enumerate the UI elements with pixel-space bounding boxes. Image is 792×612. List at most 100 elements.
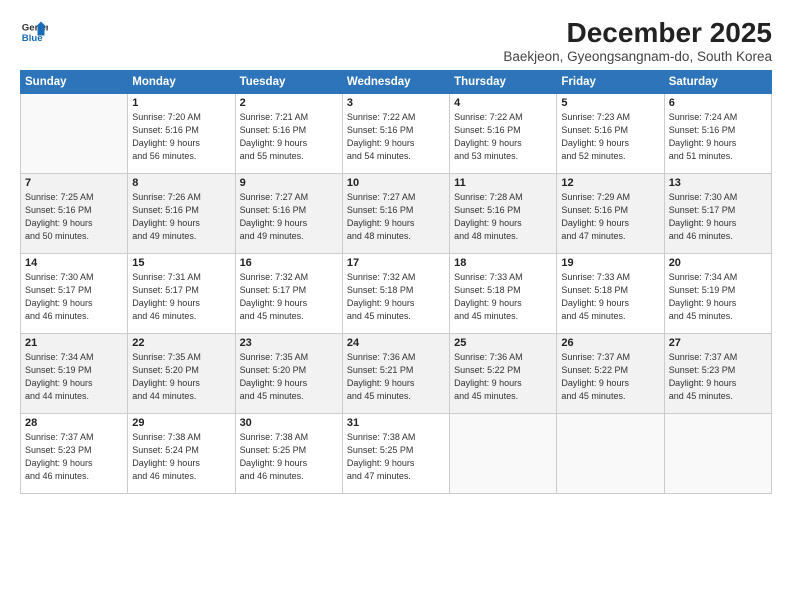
calendar-week-row: 7 Sunrise: 7:25 AMSunset: 5:16 PMDaylight… [21, 173, 772, 253]
calendar-week-row: 28Sunrise: 7:37 AMSunset: 5:23 PMDayligh… [21, 413, 772, 493]
calendar-cell: 17Sunrise: 7:32 AMSunset: 5:18 PMDayligh… [342, 253, 449, 333]
cell-info: Sunrise: 7:23 AMSunset: 5:16 PMDaylight:… [561, 111, 659, 163]
cell-info: Sunrise: 7:25 AMSunset: 5:16 PMDaylight:… [25, 191, 123, 243]
calendar-cell: 4 Sunrise: 7:22 AMSunset: 5:16 PMDaylight… [450, 93, 557, 173]
calendar-cell: 16 Sunrise: 7:32 AMSunset: 5:17 PMDayligh… [235, 253, 342, 333]
cell-info: Sunrise: 7:38 AMSunset: 5:25 PMDaylight:… [240, 431, 338, 483]
cell-info: Sunrise: 7:22 AMSunset: 5:16 PMDaylight:… [347, 111, 445, 163]
day-number: 25 [454, 337, 552, 349]
header-friday: Friday [557, 70, 664, 93]
calendar-cell: 23 Sunrise: 7:35 AMSunset: 5:20 PMDayligh… [235, 333, 342, 413]
page: General Blue December 2025 Baekjeon, Gye… [0, 0, 792, 612]
calendar-cell [21, 93, 128, 173]
day-number: 28 [25, 417, 123, 429]
calendar-cell: 29 Sunrise: 7:38 AMSunset: 5:24 PMDayligh… [128, 413, 235, 493]
cell-info: Sunrise: 7:33 AMSunset: 5:18 PMDaylight:… [454, 271, 552, 323]
cell-info: Sunrise: 7:20 AMSunset: 5:16 PMDaylight:… [132, 111, 230, 163]
cell-info: Sunrise: 7:22 AMSunset: 5:16 PMDaylight:… [454, 111, 552, 163]
calendar-cell: 8Sunrise: 7:26 AMSunset: 5:16 PMDaylight… [128, 173, 235, 253]
cell-info: Sunrise: 7:38 AMSunset: 5:25 PMDaylight:… [347, 431, 445, 483]
day-number: 24 [347, 337, 445, 349]
calendar-cell: 30 Sunrise: 7:38 AMSunset: 5:25 PMDayligh… [235, 413, 342, 493]
calendar-week-row: 14Sunrise: 7:30 AMSunset: 5:17 PMDayligh… [21, 253, 772, 333]
calendar-cell: 12 Sunrise: 7:29 AMSunset: 5:16 PMDayligh… [557, 173, 664, 253]
calendar-cell: 31Sunrise: 7:38 AMSunset: 5:25 PMDayligh… [342, 413, 449, 493]
header-thursday: Thursday [450, 70, 557, 93]
calendar-cell: 2 Sunrise: 7:21 AMSunset: 5:16 PMDaylight… [235, 93, 342, 173]
calendar-cell: 11 Sunrise: 7:28 AMSunset: 5:16 PMDayligh… [450, 173, 557, 253]
day-number: 2 [240, 97, 338, 109]
day-number: 16 [240, 257, 338, 269]
day-number: 20 [669, 257, 767, 269]
day-number: 14 [25, 257, 123, 269]
cell-info: Sunrise: 7:21 AMSunset: 5:16 PMDaylight:… [240, 111, 338, 163]
day-number: 22 [132, 337, 230, 349]
calendar-cell: 10 Sunrise: 7:27 AMSunset: 5:16 PMDayligh… [342, 173, 449, 253]
day-number: 13 [669, 177, 767, 189]
calendar-cell: 14Sunrise: 7:30 AMSunset: 5:17 PMDayligh… [21, 253, 128, 333]
day-number: 19 [561, 257, 659, 269]
day-number: 27 [669, 337, 767, 349]
day-number: 18 [454, 257, 552, 269]
calendar-cell: 7 Sunrise: 7:25 AMSunset: 5:16 PMDaylight… [21, 173, 128, 253]
calendar-cell: 1Sunrise: 7:20 AMSunset: 5:16 PMDaylight… [128, 93, 235, 173]
cell-info: Sunrise: 7:37 AMSunset: 5:22 PMDaylight:… [561, 351, 659, 403]
cell-info: Sunrise: 7:35 AMSunset: 5:20 PMDaylight:… [132, 351, 230, 403]
day-number: 23 [240, 337, 338, 349]
day-number: 5 [561, 97, 659, 109]
calendar-cell: 9 Sunrise: 7:27 AMSunset: 5:16 PMDaylight… [235, 173, 342, 253]
day-number: 21 [25, 337, 123, 349]
day-number: 6 [669, 97, 767, 109]
cell-info: Sunrise: 7:36 AMSunset: 5:21 PMDaylight:… [347, 351, 445, 403]
cell-info: Sunrise: 7:28 AMSunset: 5:16 PMDaylight:… [454, 191, 552, 243]
day-number: 12 [561, 177, 659, 189]
day-number: 10 [347, 177, 445, 189]
cell-info: Sunrise: 7:30 AMSunset: 5:17 PMDaylight:… [669, 191, 767, 243]
day-number: 15 [132, 257, 230, 269]
cell-info: Sunrise: 7:32 AMSunset: 5:18 PMDaylight:… [347, 271, 445, 323]
calendar-cell: 13 Sunrise: 7:30 AMSunset: 5:17 PMDayligh… [664, 173, 771, 253]
cell-info: Sunrise: 7:27 AMSunset: 5:16 PMDaylight:… [347, 191, 445, 243]
header-wednesday: Wednesday [342, 70, 449, 93]
cell-info: Sunrise: 7:38 AMSunset: 5:24 PMDaylight:… [132, 431, 230, 483]
calendar-header-row: SundayMondayTuesdayWednesdayThursdayFrid… [21, 70, 772, 93]
cell-info: Sunrise: 7:34 AMSunset: 5:19 PMDaylight:… [669, 271, 767, 323]
calendar-cell: 6 Sunrise: 7:24 AMSunset: 5:16 PMDaylight… [664, 93, 771, 173]
calendar-cell [557, 413, 664, 493]
calendar-week-row: 1Sunrise: 7:20 AMSunset: 5:16 PMDaylight… [21, 93, 772, 173]
day-number: 9 [240, 177, 338, 189]
cell-info: Sunrise: 7:37 AMSunset: 5:23 PMDaylight:… [669, 351, 767, 403]
header-monday: Monday [128, 70, 235, 93]
cell-info: Sunrise: 7:27 AMSunset: 5:16 PMDaylight:… [240, 191, 338, 243]
header-tuesday: Tuesday [235, 70, 342, 93]
calendar-cell: 24 Sunrise: 7:36 AMSunset: 5:21 PMDayligh… [342, 333, 449, 413]
cell-info: Sunrise: 7:32 AMSunset: 5:17 PMDaylight:… [240, 271, 338, 323]
day-number: 4 [454, 97, 552, 109]
calendar-cell: 20 Sunrise: 7:34 AMSunset: 5:19 PMDayligh… [664, 253, 771, 333]
logo-icon: General Blue [20, 18, 48, 46]
month-title: December 2025 [503, 18, 772, 49]
calendar-table: SundayMondayTuesdayWednesdayThursdayFrid… [20, 70, 772, 494]
header-sunday: Sunday [21, 70, 128, 93]
cell-info: Sunrise: 7:34 AMSunset: 5:19 PMDaylight:… [25, 351, 123, 403]
calendar-cell: 5 Sunrise: 7:23 AMSunset: 5:16 PMDaylight… [557, 93, 664, 173]
calendar-cell: 22 Sunrise: 7:35 AMSunset: 5:20 PMDayligh… [128, 333, 235, 413]
calendar-cell: 3 Sunrise: 7:22 AMSunset: 5:16 PMDaylight… [342, 93, 449, 173]
calendar-cell: 21 Sunrise: 7:34 AMSunset: 5:19 PMDayligh… [21, 333, 128, 413]
calendar-cell: 28Sunrise: 7:37 AMSunset: 5:23 PMDayligh… [21, 413, 128, 493]
cell-info: Sunrise: 7:24 AMSunset: 5:16 PMDaylight:… [669, 111, 767, 163]
calendar-cell: 19Sunrise: 7:33 AMSunset: 5:18 PMDayligh… [557, 253, 664, 333]
calendar-cell: 26Sunrise: 7:37 AMSunset: 5:22 PMDayligh… [557, 333, 664, 413]
calendar-cell: 15 Sunrise: 7:31 AMSunset: 5:17 PMDayligh… [128, 253, 235, 333]
header-saturday: Saturday [664, 70, 771, 93]
day-number: 3 [347, 97, 445, 109]
day-number: 7 [25, 177, 123, 189]
day-number: 29 [132, 417, 230, 429]
cell-info: Sunrise: 7:29 AMSunset: 5:16 PMDaylight:… [561, 191, 659, 243]
day-number: 30 [240, 417, 338, 429]
cell-info: Sunrise: 7:26 AMSunset: 5:16 PMDaylight:… [132, 191, 230, 243]
day-number: 11 [454, 177, 552, 189]
cell-info: Sunrise: 7:31 AMSunset: 5:17 PMDaylight:… [132, 271, 230, 323]
cell-info: Sunrise: 7:35 AMSunset: 5:20 PMDaylight:… [240, 351, 338, 403]
calendar-cell: 27 Sunrise: 7:37 AMSunset: 5:23 PMDayligh… [664, 333, 771, 413]
